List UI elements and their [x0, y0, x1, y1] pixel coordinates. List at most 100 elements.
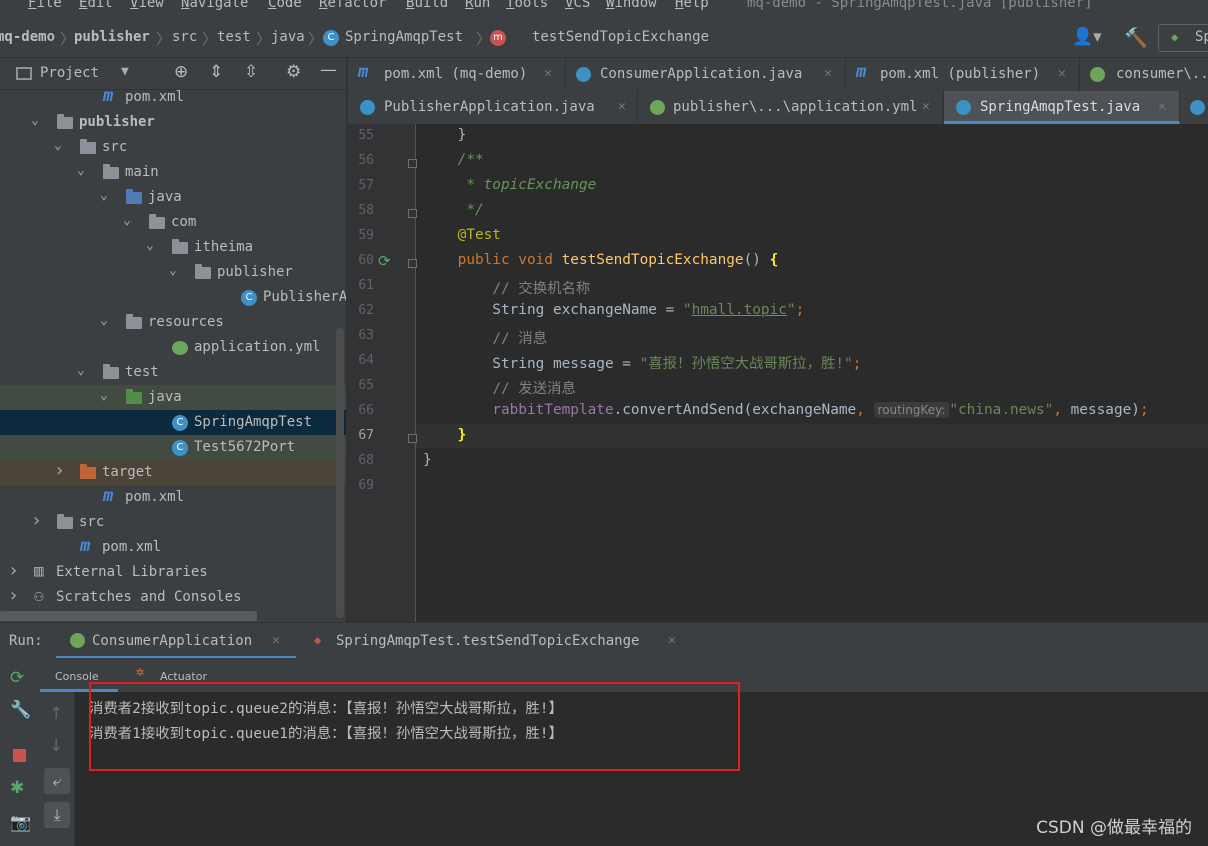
chevron-down-icon[interactable]: ⌄ — [100, 188, 108, 203]
chevron-right-icon[interactable]: › — [8, 560, 19, 581]
chevron-down-icon[interactable]: ▼ — [121, 64, 129, 79]
chevron-down-icon[interactable]: ⌄ — [169, 263, 177, 278]
horizontal-scrollbar[interactable] — [0, 611, 257, 621]
code-line[interactable]: /** — [423, 152, 484, 168]
chevron-right-icon[interactable]: › — [8, 585, 19, 606]
tree-item[interactable]: › ▥ External Libraries — [0, 560, 346, 585]
tree-item[interactable]: › ⚇ Scratches and Consoles — [0, 585, 346, 610]
close-icon[interactable]: ✕ — [668, 633, 676, 648]
project-title[interactable]: Project — [40, 65, 99, 81]
chevron-right-icon[interactable]: › — [31, 510, 42, 531]
breadcrumb-java[interactable]: java — [271, 29, 305, 45]
chevron-down-icon[interactable]: ⌄ — [54, 138, 62, 153]
tab-consumer-application[interactable]: ConsumerApplication.java ✕ — [566, 58, 846, 91]
tree-item[interactable]: ⌄ test — [0, 360, 346, 385]
build-hammer-icon[interactable]: 🔨 — [1124, 26, 1148, 49]
menu-file[interactable]: File — [28, 0, 62, 11]
code-editor[interactable]: 55 56 57 58 59 60 61 62 63 64 65 66 67 68 69 ⟳ } /** *… — [348, 124, 1208, 622]
menu-vcs[interactable]: VCS — [565, 0, 590, 11]
run-config-selector[interactable]: ◆ Sp — [1158, 24, 1208, 52]
tab-spring-amqp-test[interactable]: SpringAmqpTest.java ✕ — [944, 91, 1180, 124]
code-line[interactable]: } — [423, 427, 467, 443]
tab-pom-publisher[interactable]: m pom.xml (publisher) ✕ — [846, 58, 1080, 91]
stop-icon[interactable] — [13, 749, 26, 762]
breadcrumb-project[interactable]: mq-demo — [0, 29, 55, 45]
tree-item[interactable]: ⌄ main — [0, 160, 346, 185]
arrow-up-icon[interactable]: ↑ — [49, 704, 63, 724]
menu-refactor[interactable]: Refactor — [319, 0, 386, 11]
fold-marker-icon[interactable] — [408, 209, 417, 218]
fold-marker-icon[interactable] — [408, 434, 417, 443]
code-line[interactable]: // 交换机名称 — [423, 277, 590, 298]
chevron-down-icon[interactable]: ⌄ — [100, 388, 108, 403]
tree-item[interactable]: ⌄ java — [0, 385, 346, 410]
chevron-down-icon[interactable]: ⌄ — [31, 113, 39, 128]
breadcrumb-src[interactable]: src — [172, 29, 197, 45]
tree-item[interactable]: ⌄ com — [0, 210, 346, 235]
breadcrumb-method[interactable]: testSendTopicExchange — [532, 29, 709, 45]
tree-item[interactable]: ⌄ resources — [0, 310, 346, 335]
camera-icon[interactable]: 📷 — [10, 813, 31, 833]
close-icon[interactable]: ✕ — [618, 99, 626, 114]
fold-marker-icon[interactable] — [408, 259, 417, 268]
code-line[interactable]: } — [423, 452, 432, 468]
menu-view[interactable]: View — [130, 0, 164, 11]
chevron-down-icon[interactable]: ⌄ — [77, 163, 85, 178]
soft-wrap-icon[interactable]: ⤶ — [44, 768, 70, 794]
menu-build[interactable]: Build — [406, 0, 448, 11]
arrow-down-icon[interactable]: ↓ — [49, 736, 63, 756]
close-icon[interactable]: ✕ — [1158, 99, 1166, 114]
close-icon[interactable]: ✕ — [922, 99, 930, 114]
tree-item[interactable]: › target — [0, 460, 346, 485]
chevron-down-icon[interactable]: ⌄ — [123, 213, 131, 228]
code-line[interactable]: // 消息 — [423, 327, 547, 348]
debug-icon[interactable]: ✱ — [10, 778, 24, 798]
menu-edit[interactable]: Edit — [79, 0, 113, 11]
tree-item[interactable]: m pom.xml — [0, 535, 346, 560]
code-line[interactable]: rabbitTemplate.convertAndSend(exchangeNa… — [423, 402, 1149, 418]
tab-overflow[interactable] — [1180, 91, 1208, 124]
close-icon[interactable]: ✕ — [1058, 66, 1066, 81]
breadcrumb-module[interactable]: publisher — [74, 29, 150, 45]
tree-item[interactable]: C Test5672Port — [0, 435, 346, 460]
code-line[interactable]: @Test — [423, 227, 501, 243]
tree-item[interactable]: ⌄ java — [0, 185, 346, 210]
tree-item[interactable]: m pom.xml — [0, 85, 346, 110]
tree-item[interactable]: › src — [0, 510, 346, 535]
vertical-scrollbar[interactable] — [336, 328, 344, 618]
rerun-icon[interactable]: ⟳ — [10, 668, 24, 688]
code-line[interactable]: String message = "喜报！孙悟空大战哥斯拉，胜!"; — [423, 352, 861, 373]
menu-tools[interactable]: Tools — [506, 0, 548, 11]
menu-navigate[interactable]: Navigate — [181, 0, 248, 11]
chevron-down-icon[interactable]: ⌄ — [146, 238, 154, 253]
code-line[interactable]: * topicExchange — [423, 177, 596, 193]
tree-item[interactable]: C SpringAmqpTest — [0, 410, 346, 435]
tab-pom-mq-demo[interactable]: m pom.xml (mq-demo) ✕ — [348, 58, 566, 91]
expand-all-icon[interactable]: ⇕ — [209, 62, 223, 82]
tab-publisher-yml[interactable]: publisher\...\application.yml ✕ — [638, 91, 944, 124]
chevron-down-icon[interactable]: ⌄ — [77, 363, 85, 378]
scroll-to-end-icon[interactable]: ⤓ — [44, 802, 70, 828]
wrench-icon[interactable]: 🔧 — [10, 700, 31, 720]
minimize-icon[interactable]: — — [320, 60, 337, 80]
code-line[interactable]: String exchangeName = "hmall.topic"; — [423, 302, 804, 318]
tree-item[interactable]: ⌄ publisher — [0, 260, 346, 285]
gear-icon[interactable]: ⚙ — [286, 62, 301, 82]
run-test-icon[interactable]: ⟳ — [378, 252, 391, 270]
chevron-right-icon[interactable]: › — [54, 460, 65, 481]
run-tab-test[interactable]: ◆ SpringAmqpTest.testSendTopicExchange ✕ — [306, 623, 686, 659]
user-icon[interactable]: 👤▾ — [1072, 27, 1102, 47]
tree-item[interactable]: m pom.xml — [0, 485, 346, 510]
code-line[interactable]: */ — [423, 202, 483, 218]
tree-item[interactable]: application.yml — [0, 335, 346, 360]
breadcrumb-test[interactable]: test — [217, 29, 251, 45]
code-line[interactable]: public void testSendTopicExchange() { — [423, 252, 779, 268]
chevron-down-icon[interactable]: ⌄ — [100, 313, 108, 328]
menu-code[interactable]: Code — [268, 0, 302, 11]
menu-run[interactable]: Run — [465, 0, 490, 11]
tree-item[interactable]: ⌄ publisher — [0, 110, 346, 135]
run-tab-consumer[interactable]: ConsumerApplication ✕ — [56, 623, 296, 659]
tree-item[interactable]: ⌄ itheima — [0, 235, 346, 260]
code-line[interactable]: // 发送消息 — [423, 377, 576, 398]
tab-publisher-application[interactable]: PublisherApplication.java ✕ — [348, 91, 638, 124]
